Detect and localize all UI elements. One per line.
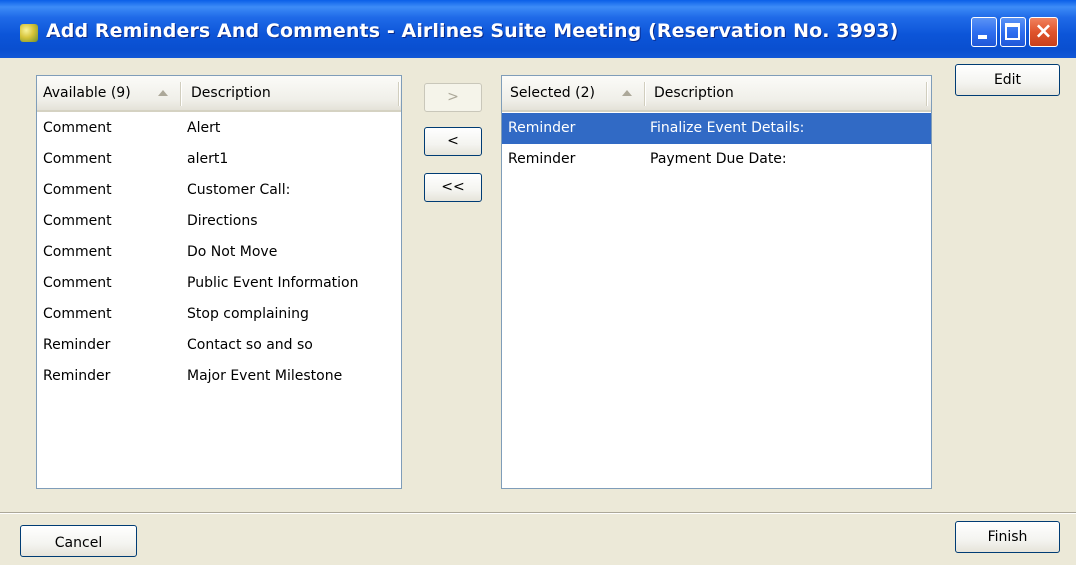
close-button[interactable]: × bbox=[1029, 17, 1058, 47]
item-description: Finalize Event Details: bbox=[650, 120, 805, 136]
minimize-icon bbox=[978, 35, 987, 39]
item-type: Comment bbox=[43, 275, 112, 291]
list-item[interactable]: Reminder Finalize Event Details: bbox=[502, 113, 931, 144]
cancel-button[interactable]: Cancel bbox=[20, 525, 137, 557]
item-description: Major Event Milestone bbox=[187, 368, 343, 384]
list-item[interactable]: Reminder Major Event Milestone bbox=[37, 361, 401, 392]
maximize-icon bbox=[1005, 23, 1020, 40]
finish-button[interactable]: Finish bbox=[955, 521, 1060, 553]
item-description: Do Not Move bbox=[187, 244, 278, 260]
item-type: Comment bbox=[43, 182, 112, 198]
item-type: Reminder bbox=[508, 120, 576, 136]
available-list[interactable]: Available (9) Description Comment Alert Co… bbox=[36, 75, 402, 489]
item-description: Customer Call: bbox=[187, 182, 291, 198]
description-column-header[interactable]: Description bbox=[191, 76, 271, 110]
item-type: Comment bbox=[43, 151, 112, 167]
move-all-left-button[interactable]: << bbox=[424, 173, 482, 202]
item-description: alert1 bbox=[187, 151, 229, 167]
item-description: Public Event Information bbox=[187, 275, 359, 291]
close-icon: × bbox=[1034, 19, 1053, 44]
column-divider[interactable] bbox=[926, 82, 927, 106]
item-type: Reminder bbox=[508, 151, 576, 167]
list-item[interactable]: Comment Public Event Information bbox=[37, 268, 401, 299]
available-column-header[interactable]: Available (9) bbox=[43, 76, 131, 110]
item-type: Reminder bbox=[43, 337, 111, 353]
app-icon bbox=[20, 24, 38, 42]
item-description: Alert bbox=[187, 120, 221, 136]
maximize-button[interactable] bbox=[1000, 17, 1026, 47]
item-type: Comment bbox=[43, 120, 112, 136]
edit-button[interactable]: Edit bbox=[955, 64, 1060, 96]
move-right-button[interactable]: > bbox=[424, 83, 482, 112]
list-item[interactable]: Comment alert1 bbox=[37, 144, 401, 175]
column-divider[interactable] bbox=[644, 82, 645, 106]
item-type: Comment bbox=[43, 306, 112, 322]
selected-column-header[interactable]: Selected (2) bbox=[510, 76, 595, 110]
item-description: Directions bbox=[187, 213, 258, 229]
list-item[interactable]: Comment Do Not Move bbox=[37, 237, 401, 268]
list-item[interactable]: Reminder Payment Due Date: bbox=[502, 144, 931, 175]
item-type: Comment bbox=[43, 244, 112, 260]
sort-ascending-icon bbox=[158, 90, 168, 96]
sort-ascending-icon bbox=[622, 90, 632, 96]
available-list-header: Available (9) Description bbox=[37, 76, 401, 112]
list-item[interactable]: Comment Alert bbox=[37, 113, 401, 144]
item-description: Stop complaining bbox=[187, 306, 309, 322]
minimize-button[interactable] bbox=[971, 17, 997, 47]
item-description: Contact so and so bbox=[187, 337, 313, 353]
move-left-button[interactable]: < bbox=[424, 127, 482, 156]
window-title: Add Reminders And Comments - Airlines Su… bbox=[46, 20, 899, 42]
item-type: Reminder bbox=[43, 368, 111, 384]
footer-divider bbox=[0, 512, 1076, 514]
selected-list[interactable]: Selected (2) Description Reminder Finaliz… bbox=[501, 75, 932, 489]
list-item[interactable]: Comment Stop complaining bbox=[37, 299, 401, 330]
column-divider[interactable] bbox=[398, 82, 399, 106]
item-type: Comment bbox=[43, 213, 112, 229]
selected-list-header: Selected (2) Description bbox=[502, 76, 931, 112]
column-divider[interactable] bbox=[180, 82, 181, 106]
description-column-header[interactable]: Description bbox=[654, 76, 734, 110]
list-item[interactable]: Reminder Contact so and so bbox=[37, 330, 401, 361]
list-item[interactable]: Comment Directions bbox=[37, 206, 401, 237]
item-description: Payment Due Date: bbox=[650, 151, 787, 167]
list-item[interactable]: Comment Customer Call: bbox=[37, 175, 401, 206]
title-bar[interactable]: Add Reminders And Comments - Airlines Su… bbox=[0, 0, 1076, 58]
